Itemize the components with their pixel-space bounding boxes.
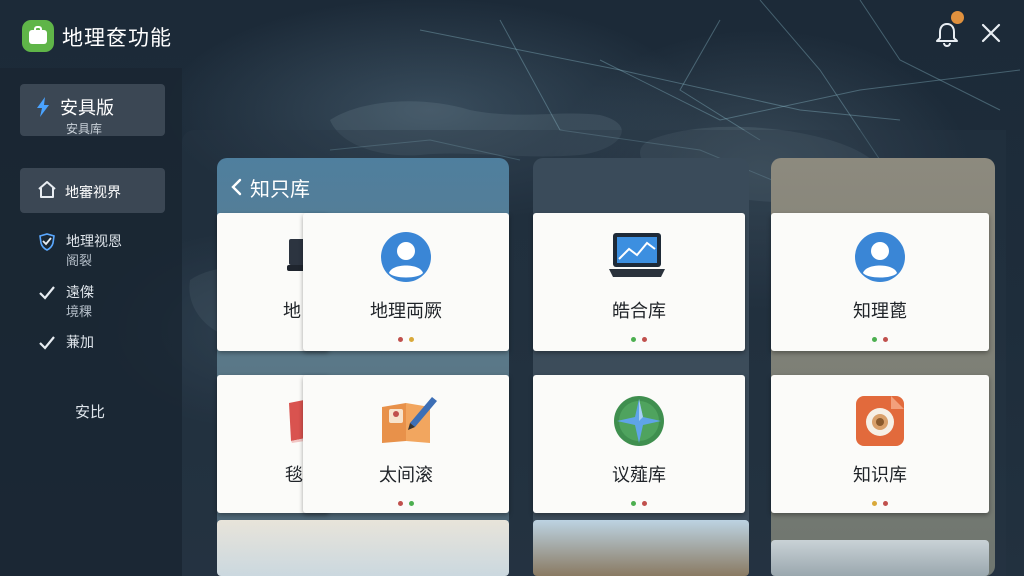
sidebar-item-3[interactable]: 蒹加 (36, 332, 166, 354)
sidebar-item-label: 遠傑 (66, 285, 94, 301)
section-title: 知只库 (250, 177, 310, 201)
card-status-dots (303, 327, 509, 346)
library-card[interactable]: 太间滚 (303, 375, 509, 513)
sidebar-item-label: 蒹加 (66, 335, 94, 351)
check-icon (39, 336, 55, 350)
sidebar-item-1[interactable]: 地理视恩 阁裂 (36, 231, 166, 271)
card-title: 知理蓖 (853, 301, 907, 322)
edition-subtitle: 安具库 (66, 122, 103, 136)
atlas-image (217, 520, 509, 576)
sidebar-item-active[interactable]: 地審视界 (20, 168, 165, 213)
sidebar-item-sublabel: 境稞 (66, 305, 93, 320)
card-status-dots (771, 491, 989, 510)
card-title: 太间滚 (379, 465, 433, 486)
map-photo-image (533, 520, 749, 576)
map-image (771, 540, 989, 576)
card-status-dots (533, 327, 745, 346)
close-icon[interactable] (980, 22, 1002, 44)
sidebar-item-sublabel: 阁裂 (66, 254, 93, 269)
briefcase-icon (22, 20, 54, 52)
book-pencil-icon (382, 397, 437, 443)
library-card[interactable]: 知识库 (771, 375, 989, 513)
home-icon (38, 181, 56, 198)
card-title: 议薤库 (612, 465, 666, 486)
compass-star-icon (614, 396, 664, 446)
shield-check-icon (39, 233, 55, 251)
sidebar-item-label: 地審视界 (65, 185, 121, 201)
library-card[interactable]: 地理両厥 (303, 213, 509, 351)
app-title: 地理奁功能 (62, 26, 172, 50)
sidebar: 安具版 安具库 地審视界 地理视恩 阁裂 遠傑 境稞 蒹加 安比 (0, 68, 182, 576)
card-status-dots (303, 491, 509, 510)
card-title: 知识库 (853, 465, 907, 486)
laptop-chart-icon (609, 233, 665, 277)
top-bar: 地理奁功能 (0, 0, 1024, 68)
card-title: 地理両厥 (370, 301, 442, 322)
sidebar-item-label: 地理视恩 (66, 234, 122, 250)
library-card[interactable]: 议薤库 (533, 375, 745, 513)
card-status-dots (771, 327, 989, 346)
sidebar-item-2[interactable]: 遠傑 境稞 (36, 282, 166, 322)
card-title: 皓合库 (612, 301, 666, 322)
library-card[interactable]: 皓合库 (533, 213, 745, 351)
user-avatar-icon (855, 232, 905, 282)
user-avatar-icon (381, 232, 431, 282)
notification-badge (951, 11, 964, 24)
chevron-left-icon (231, 178, 242, 196)
bell-icon[interactable] (934, 20, 960, 48)
card-status-dots (533, 491, 745, 510)
sidebar-footer-link[interactable]: 安比 (75, 401, 105, 422)
edition-title: 安具版 (60, 98, 114, 119)
check-icon (39, 286, 55, 300)
lightning-icon (37, 97, 49, 117)
library-card[interactable]: 知理蓖 (771, 213, 989, 351)
camera-lens-icon (856, 396, 904, 446)
edition-button[interactable]: 安具版 安具库 (20, 84, 165, 136)
